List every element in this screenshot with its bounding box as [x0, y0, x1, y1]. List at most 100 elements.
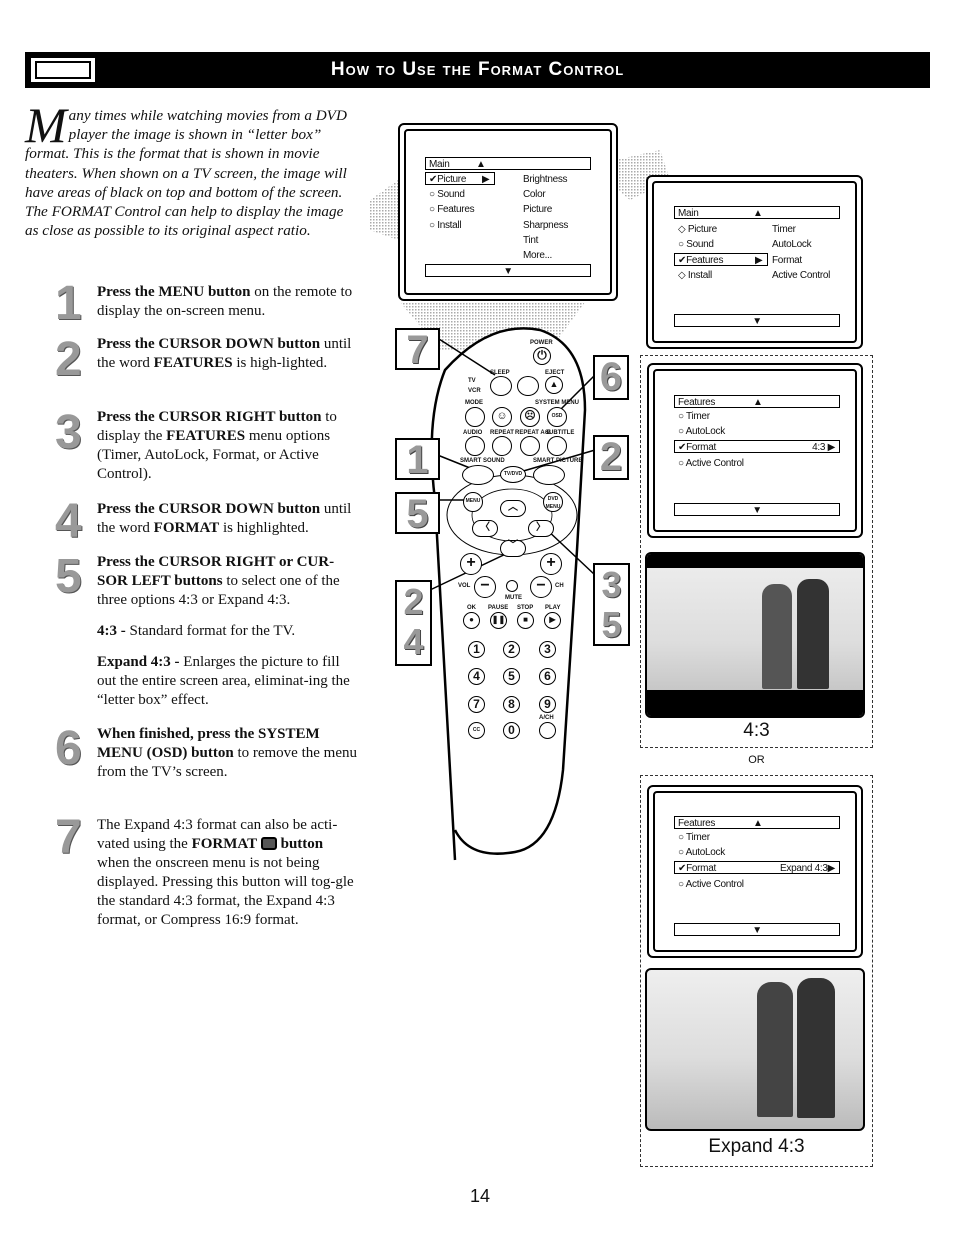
sub-item: Format: [772, 255, 802, 266]
osd-button[interactable]: OSD: [547, 407, 567, 427]
audio-button[interactable]: [465, 436, 485, 456]
option-4-3: 4:3 - Standard format for the TV.: [97, 623, 296, 639]
a-ch-button[interactable]: [539, 722, 556, 739]
label: PAUSE: [488, 605, 509, 611]
sub-item: Color: [523, 189, 546, 200]
menu-item-sound[interactable]: ○ Sound: [429, 188, 465, 201]
label: POWER: [530, 340, 553, 346]
label: STOP: [517, 605, 534, 611]
menu-item-sound[interactable]: ○ Sound: [678, 238, 714, 251]
format-button-icon: [260, 837, 277, 850]
step-number: 1: [55, 277, 82, 330]
menu-item-install[interactable]: ○ Install: [429, 219, 462, 232]
cc-button[interactable]: CC: [468, 722, 485, 739]
section-header: How to Use the Format Control: [25, 52, 930, 88]
menu-item-autolock[interactable]: ○ AutoLock: [678, 846, 725, 859]
step-number: 5: [55, 550, 82, 603]
cursor-right-button[interactable]: 〉: [528, 520, 554, 537]
smiley-button[interactable]: ☺: [492, 407, 512, 427]
power-button[interactable]: ⏻: [533, 347, 551, 365]
pause-button[interactable]: ❚❚: [490, 612, 507, 629]
digit-button[interactable]: 3: [539, 641, 556, 658]
format-button[interactable]: [517, 376, 539, 396]
label: CH: [555, 583, 564, 589]
callout-step-2-4: 2 4: [395, 580, 432, 666]
menu-item-format[interactable]: ✔Format 4:3 ▶: [674, 440, 840, 453]
channel-up-button[interactable]: +: [540, 553, 562, 575]
menu-item-active-control[interactable]: ○ Active Control: [678, 457, 744, 470]
menu-item-timer[interactable]: ○ Timer: [678, 831, 710, 844]
tv-dvd-button[interactable]: TV/DVD: [500, 466, 526, 483]
digit-button[interactable]: 0: [503, 722, 520, 739]
picture-expand-4-3: [645, 968, 865, 1131]
step-number: 3: [55, 406, 82, 459]
repeat-ab-button[interactable]: [520, 436, 540, 456]
digit-button[interactable]: 8: [503, 696, 520, 713]
digit-button[interactable]: 1: [468, 641, 485, 658]
drop-cap: M: [25, 97, 67, 153]
menu-item-active-control[interactable]: ○ Active Control: [678, 878, 744, 891]
cursor-left-button[interactable]: 〈: [472, 520, 498, 537]
scroll-down-arrow: ▼: [425, 264, 591, 277]
smart-picture-button[interactable]: [533, 465, 565, 485]
menu-item-timer[interactable]: ○ Timer: [678, 410, 710, 423]
page-number: 14: [469, 1186, 491, 1206]
repeat-button[interactable]: [492, 436, 512, 456]
step-7: The Expand 4:3 format can also be acti-v…: [97, 817, 354, 928]
sub-item: Brightness: [523, 174, 568, 185]
caption-expand: Expand 4:3: [708, 1136, 805, 1157]
frown-button[interactable]: ☹: [520, 407, 540, 427]
callout-step-1: 1: [395, 438, 440, 480]
stop-button[interactable]: ■: [517, 612, 534, 629]
digit-button[interactable]: 6: [539, 668, 556, 685]
digit-button[interactable]: 7: [468, 696, 485, 713]
mute-button[interactable]: [506, 580, 518, 592]
smart-sound-button[interactable]: [462, 465, 494, 485]
page-title: How to Use the Format Control: [330, 59, 625, 80]
label: VCR: [468, 388, 481, 394]
sleep-button[interactable]: [490, 376, 512, 396]
menu-item-picture[interactable]: ✔Picture ▶: [425, 172, 495, 185]
callout-step-6: 6: [593, 355, 629, 400]
ok-button[interactable]: ●: [463, 612, 480, 629]
menu-item-autolock[interactable]: ○ AutoLock: [678, 425, 725, 438]
label: SUBTITLE: [545, 430, 575, 436]
menu-item-format[interactable]: ✔Format Expand 4:3▶: [674, 861, 840, 874]
subtitle-button[interactable]: [547, 436, 567, 456]
volume-up-button[interactable]: +: [460, 553, 482, 575]
digit-button[interactable]: 9: [539, 696, 556, 713]
sub-item: More...: [523, 250, 553, 261]
menu-item-features[interactable]: ✔Features ▶: [674, 253, 768, 266]
cursor-down-button[interactable]: ﹀: [500, 540, 526, 557]
menu-item-picture[interactable]: ◇ Picture: [678, 223, 717, 236]
callout-step-2: 2: [593, 435, 629, 480]
sub-item: Tint: [523, 235, 539, 246]
volume-down-button[interactable]: −: [474, 576, 496, 598]
label: SMART PICTURE: [533, 458, 583, 464]
step-2: Press the CURSOR DOWN button until the w…: [97, 336, 352, 371]
menu-button[interactable]: MENU: [463, 492, 483, 512]
scroll-down-arrow: ▼: [674, 923, 840, 936]
play-button[interactable]: ▶: [544, 612, 561, 629]
caption-4-3: 4:3: [743, 720, 770, 741]
label: OK: [467, 605, 476, 611]
eject-button[interactable]: ▲: [545, 376, 563, 394]
label: MODE: [465, 400, 483, 406]
menu-item-features[interactable]: ○ Features: [429, 203, 475, 216]
cursor-up-button[interactable]: ︿: [500, 500, 526, 517]
step-number: 7: [55, 811, 82, 864]
digit-button[interactable]: 2: [503, 641, 520, 658]
mode-button[interactable]: [465, 407, 485, 427]
scroll-down-arrow: ▼: [674, 503, 840, 516]
label: SYSTEM MENU: [535, 400, 580, 406]
step-5: Press the CURSOR RIGHT or CUR-SOR LEFT b…: [97, 554, 340, 608]
scroll-down-arrow: ▼: [674, 314, 840, 327]
digit-button[interactable]: 4: [468, 668, 485, 685]
step-number: 6: [55, 722, 82, 775]
dvd-menu-button[interactable]: DVD MENU: [543, 492, 563, 512]
digit-button[interactable]: 5: [503, 668, 520, 685]
step-number: 2: [55, 333, 82, 386]
channel-down-button[interactable]: −: [530, 576, 552, 598]
menu-item-install[interactable]: ◇ Install: [678, 269, 712, 282]
intro-text: any times while watching movies from a D…: [25, 107, 347, 240]
